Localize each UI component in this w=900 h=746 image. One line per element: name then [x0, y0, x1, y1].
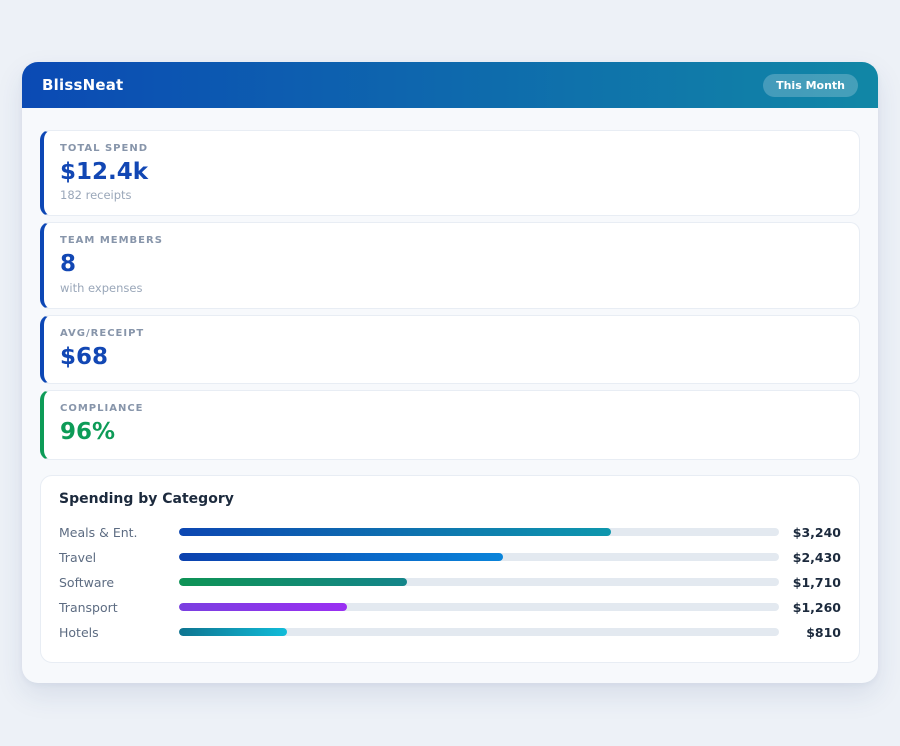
category-value: $810 — [779, 625, 841, 640]
stat-value: $12.4k — [60, 159, 843, 185]
category-label: Hotels — [59, 625, 179, 640]
dashboard-card: BlissNeat This Month TOTAL SPEND $12.4k … — [22, 62, 878, 683]
bar-fill-meals — [179, 528, 611, 536]
chart-title: Spending by Category — [59, 491, 841, 507]
stat-value: 8 — [60, 251, 843, 277]
bar-fill-travel — [179, 553, 503, 561]
chart-row-hotels: Hotels $810 — [59, 620, 841, 645]
stat-label: AVG/RECEIPT — [60, 328, 843, 339]
stat-value: $68 — [60, 344, 843, 370]
category-value: $1,260 — [779, 600, 841, 615]
bar-track — [179, 628, 779, 636]
bar-track — [179, 578, 779, 586]
bar-fill-transport — [179, 603, 347, 611]
stat-card-avg-receipt: AVG/RECEIPT $68 — [40, 315, 860, 384]
period-badge[interactable]: This Month — [763, 74, 858, 97]
bar-track — [179, 553, 779, 561]
dashboard-body: TOTAL SPEND $12.4k 182 receipts TEAM MEM… — [22, 108, 878, 663]
category-value: $2,430 — [779, 550, 841, 565]
stat-card-total-spend: TOTAL SPEND $12.4k 182 receipts — [40, 130, 860, 216]
spending-by-category-chart: Spending by Category Meals & Ent. $3,240… — [40, 475, 860, 663]
category-label: Meals & Ent. — [59, 525, 179, 540]
chart-row-travel: Travel $2,430 — [59, 545, 841, 570]
bar-fill-software — [179, 578, 407, 586]
category-value: $3,240 — [779, 525, 841, 540]
stat-value: 96% — [60, 419, 843, 445]
app-header: BlissNeat This Month — [22, 62, 878, 108]
category-label: Transport — [59, 600, 179, 615]
stat-card-team-members: TEAM MEMBERS 8 with expenses — [40, 222, 860, 308]
bar-track — [179, 528, 779, 536]
category-label: Travel — [59, 550, 179, 565]
stat-subtext: with expenses — [60, 281, 843, 295]
bar-track — [179, 603, 779, 611]
category-label: Software — [59, 575, 179, 590]
stat-label: COMPLIANCE — [60, 403, 843, 414]
stat-label: TEAM MEMBERS — [60, 235, 843, 246]
bar-fill-hotels — [179, 628, 287, 636]
stat-card-compliance: COMPLIANCE 96% — [40, 390, 860, 459]
category-value: $1,710 — [779, 575, 841, 590]
stat-label: TOTAL SPEND — [60, 143, 843, 154]
app-title: BlissNeat — [42, 76, 123, 94]
chart-row-meals: Meals & Ent. $3,240 — [59, 520, 841, 545]
stat-subtext: 182 receipts — [60, 188, 843, 202]
chart-row-transport: Transport $1,260 — [59, 595, 841, 620]
chart-row-software: Software $1,710 — [59, 570, 841, 595]
